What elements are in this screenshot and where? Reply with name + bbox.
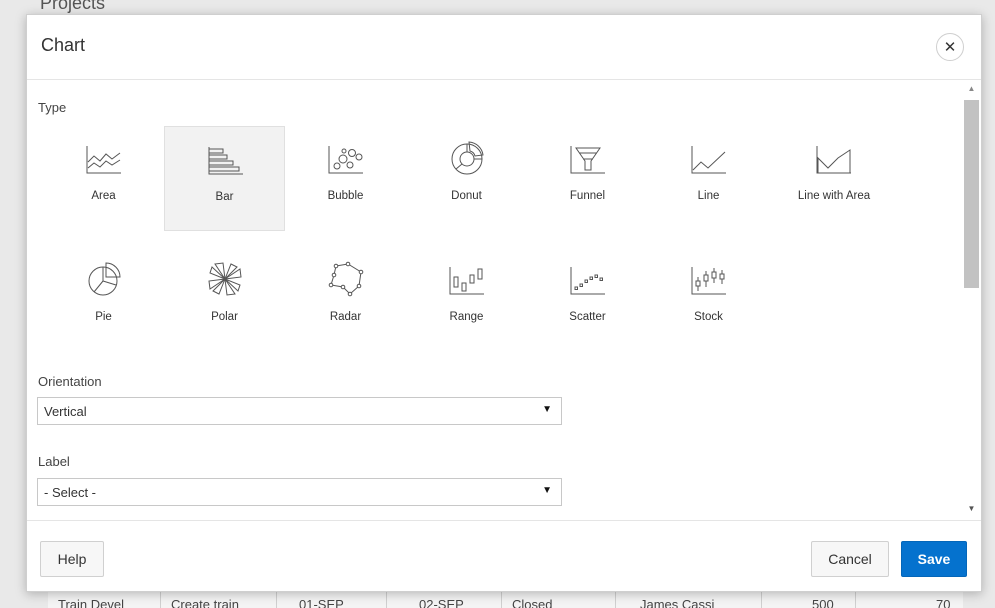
orientation-label: Orientation xyxy=(38,374,102,389)
range-chart-icon xyxy=(449,267,484,295)
chart-type-label: Area xyxy=(91,190,116,202)
background-page-title: Projects xyxy=(40,0,106,13)
chart-type-bar[interactable]: Bar xyxy=(164,126,285,231)
chart-type-pie[interactable]: Pie xyxy=(43,247,164,352)
type-label: Type xyxy=(38,100,67,115)
label-select[interactable]: - Select - ▼ xyxy=(37,478,562,506)
table-cell: 01-SEP xyxy=(277,591,387,608)
scroll-down-arrow-icon[interactable]: ▼ xyxy=(962,500,981,518)
save-button[interactable]: Save xyxy=(901,541,967,577)
chart-type-bubble[interactable]: Bubble xyxy=(285,126,406,231)
chart-type-label: Range xyxy=(449,311,484,323)
scroll-thumb[interactable] xyxy=(964,100,979,288)
dialog-title: Chart xyxy=(41,35,86,55)
chart-type-line[interactable]: Line xyxy=(648,126,769,231)
close-icon: ✕ xyxy=(943,39,957,56)
area-chart-icon xyxy=(86,146,121,174)
chart-dialog: Chart ✕ Type Area Bar Bubble Donut Funne… xyxy=(26,14,982,592)
chart-type-label: Radar xyxy=(329,311,362,323)
dialog-scrollbar[interactable]: ▲ ▼ xyxy=(962,80,981,520)
radar-chart-icon xyxy=(328,261,364,297)
line-area-chart-icon xyxy=(816,146,851,174)
table-cell: 02-SEP xyxy=(387,591,502,608)
chart-type-label: Bar xyxy=(215,191,234,203)
chart-type-label: Bubble xyxy=(327,190,364,202)
scroll-up-arrow-icon[interactable]: ▲ xyxy=(962,80,981,98)
table-cell: James Cassi xyxy=(616,591,762,608)
chart-type-label: Line with Area xyxy=(797,190,871,202)
background-table-row: Train Devel Create train 01-SEP 02-SEP C… xyxy=(48,590,963,608)
chart-type-label: Donut xyxy=(451,190,482,202)
donut-chart-icon xyxy=(451,141,484,175)
chart-type-label: Polar xyxy=(211,311,238,323)
table-cell: 70 xyxy=(936,597,951,608)
stock-chart-icon xyxy=(691,267,726,295)
dialog-footer: Help Cancel Save xyxy=(27,520,981,591)
label-field-label: Label xyxy=(38,454,70,469)
polar-chart-icon xyxy=(208,262,242,296)
chart-type-donut[interactable]: Donut xyxy=(406,126,527,231)
chart-type-label: Funnel xyxy=(569,190,606,202)
chart-type-polar[interactable]: Polar xyxy=(164,247,285,352)
cancel-button[interactable]: Cancel xyxy=(811,541,889,577)
bar-chart-icon xyxy=(208,147,243,175)
chart-type-label: Stock xyxy=(694,311,723,323)
funnel-chart-icon xyxy=(570,146,605,174)
table-cell: Train Devel xyxy=(48,591,161,608)
table-cell: 500 xyxy=(762,591,856,608)
chart-type-range[interactable]: Range xyxy=(406,247,527,352)
chart-type-label: Line xyxy=(697,190,720,202)
line-chart-icon xyxy=(691,146,726,174)
dialog-header: Chart ✕ xyxy=(27,15,981,80)
chart-type-label: Pie xyxy=(95,311,112,323)
table-cell: Create train xyxy=(161,591,277,608)
orientation-value: Vertical xyxy=(44,404,87,419)
chart-type-radar[interactable]: Radar xyxy=(285,247,406,352)
chart-type-area[interactable]: Area xyxy=(43,126,164,231)
bubble-chart-icon xyxy=(328,146,363,174)
close-button[interactable]: ✕ xyxy=(936,33,964,61)
chart-type-scatter[interactable]: Scatter xyxy=(527,247,648,352)
label-value: - Select - xyxy=(44,485,97,500)
chevron-down-icon: ▼ xyxy=(542,485,552,496)
chart-type-funnel[interactable]: Funnel xyxy=(527,126,648,231)
help-button[interactable]: Help xyxy=(40,541,104,577)
table-cell: Closed xyxy=(502,591,616,608)
orientation-select[interactable]: Vertical ▼ xyxy=(37,397,562,425)
chevron-down-icon: ▼ xyxy=(542,404,552,415)
pie-chart-icon xyxy=(88,262,121,296)
chart-type-stock[interactable]: Stock xyxy=(648,247,769,352)
dialog-body: Type Area Bar Bubble Donut Funnel Line L… xyxy=(27,80,962,520)
scatter-chart-icon xyxy=(570,267,605,295)
chart-type-line-with-area[interactable]: Line with Area xyxy=(769,126,899,231)
chart-type-label: Scatter xyxy=(569,311,606,323)
